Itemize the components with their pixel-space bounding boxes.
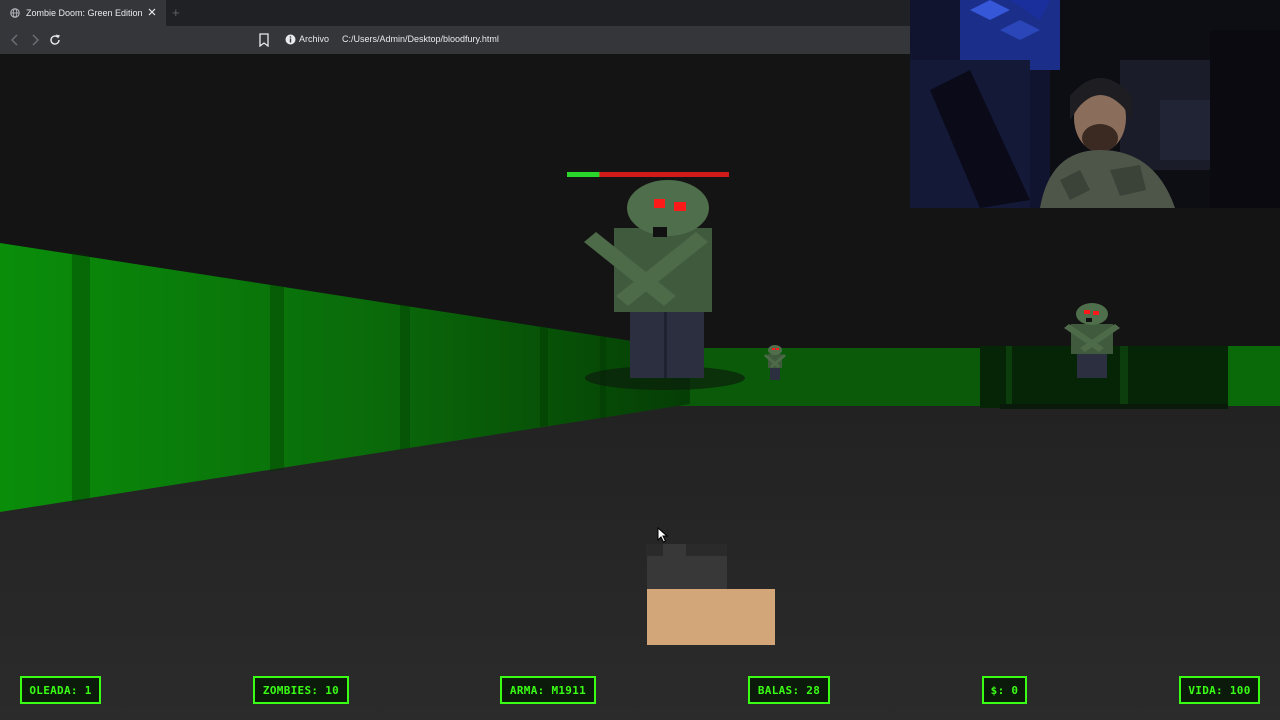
zombie-eye-right xyxy=(674,202,686,211)
zombie-main[interactable] xyxy=(560,166,750,381)
zombie-mouth xyxy=(653,227,667,237)
enemy-health-bar-fill xyxy=(567,172,600,177)
hud-wave: OLEADA: 1 xyxy=(20,676,101,704)
reload-icon[interactable] xyxy=(48,33,62,47)
hud-money: $: 0 xyxy=(982,676,1027,704)
address-bar-url[interactable]: C:/Users/Admin/Desktop/bloodfury.html xyxy=(342,34,499,44)
player-weapon xyxy=(646,544,775,645)
tab-title: Zombie Doom: Green Edition xyxy=(26,8,143,18)
zombie-far[interactable] xyxy=(762,342,788,382)
hud-life: VIDA: 100 xyxy=(1179,676,1260,704)
globe-icon xyxy=(10,8,20,18)
player-hand xyxy=(647,589,775,645)
forward-arrow-icon[interactable] xyxy=(28,33,42,47)
zombie-right[interactable] xyxy=(1064,302,1122,380)
hud-zombies: ZOMBIES: 10 xyxy=(253,676,349,704)
back-arrow-icon[interactable] xyxy=(8,33,22,47)
close-tab-icon[interactable] xyxy=(147,7,157,17)
info-icon[interactable] xyxy=(285,34,296,45)
hud-ammo: BALAS: 28 xyxy=(748,676,830,704)
mouse-cursor-icon xyxy=(657,527,669,543)
zombie-eye-left xyxy=(654,199,665,208)
hud-weapon: ARMA: M1911 xyxy=(500,676,596,704)
browser-tab[interactable]: Zombie Doom: Green Edition xyxy=(0,0,166,26)
webcam-overlay xyxy=(910,0,1280,208)
new-tab-button[interactable]: + xyxy=(172,6,180,19)
zombie-head xyxy=(627,180,709,236)
site-label[interactable]: Archivo xyxy=(299,34,329,44)
bookmark-icon[interactable] xyxy=(258,33,270,47)
